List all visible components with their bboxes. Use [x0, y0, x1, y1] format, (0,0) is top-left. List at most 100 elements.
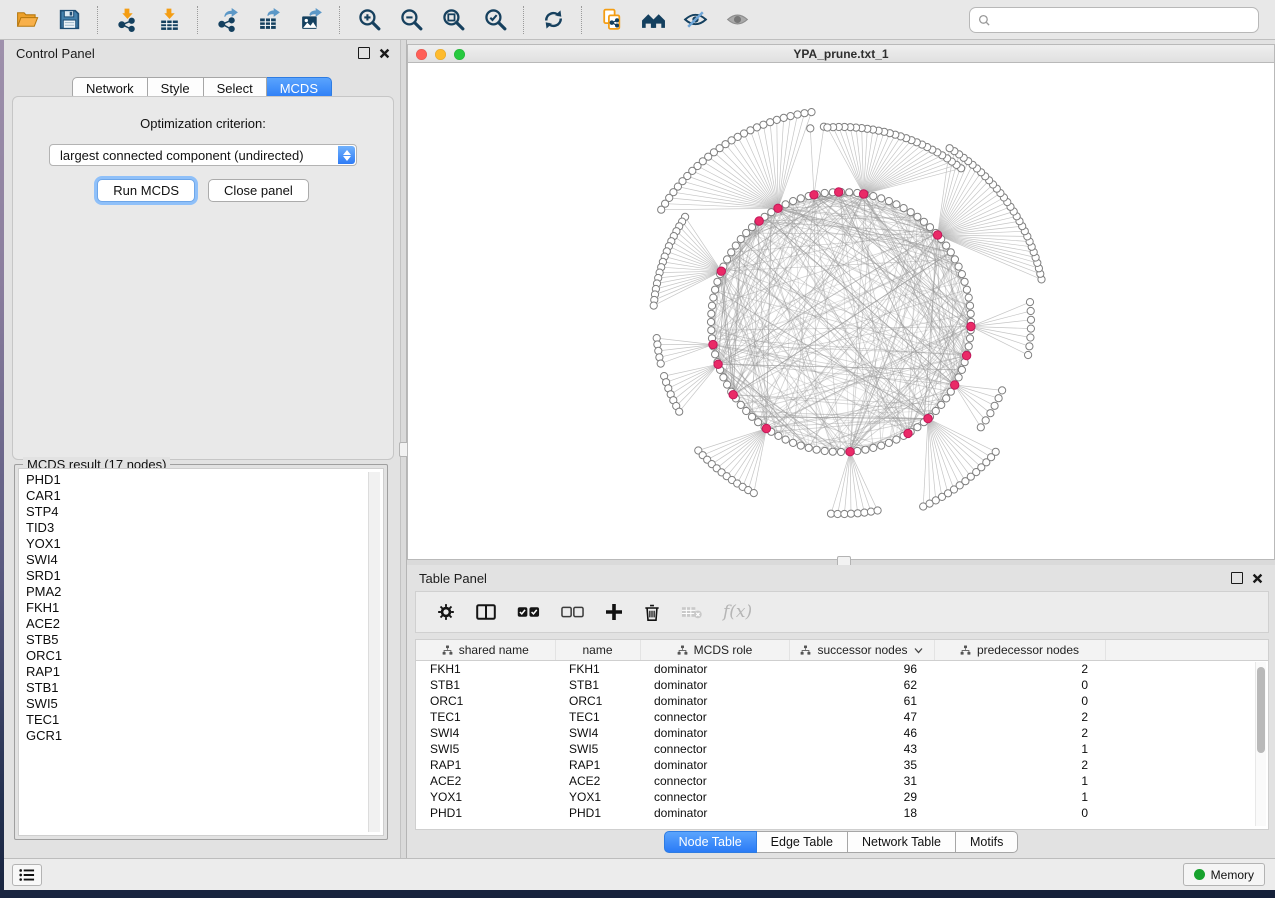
table-row[interactable]: ORC1ORC1dominator610 — [416, 693, 1268, 709]
table-row[interactable]: YOX1YOX1connector291 — [416, 789, 1268, 805]
table-row[interactable]: PHD1PHD1dominator180 — [416, 805, 1268, 821]
column-header-predecessor-nodes[interactable]: predecessor nodes — [934, 640, 1105, 661]
cell-name[interactable]: SWI4 — [555, 725, 640, 741]
cell-successor_nodes[interactable]: 96 — [789, 661, 934, 678]
cell-successor_nodes[interactable]: 31 — [789, 773, 934, 789]
clone-network-button[interactable] — [590, 3, 632, 37]
mcds-result-item[interactable]: ORC1 — [26, 648, 383, 664]
hide-selected-button[interactable] — [674, 3, 716, 37]
cell-successor_nodes[interactable]: 47 — [789, 709, 934, 725]
first-neighbors-button[interactable] — [632, 3, 674, 37]
import-network-button[interactable] — [106, 3, 148, 37]
minimize-window-icon[interactable] — [435, 49, 446, 60]
run-mcds-button[interactable]: Run MCDS — [97, 179, 195, 202]
select-all-columns-button[interactable] — [517, 606, 540, 618]
search-input[interactable] — [997, 12, 1258, 28]
cell-successor_nodes[interactable]: 35 — [789, 757, 934, 773]
cell-mcds_role[interactable]: dominator — [640, 725, 789, 741]
table-row[interactable]: ACE2ACE2connector311 — [416, 773, 1268, 789]
float-panel-icon[interactable] — [358, 47, 370, 59]
cell-shared_name[interactable]: PHD1 — [416, 805, 555, 821]
mcds-result-item[interactable]: SWI4 — [26, 552, 383, 568]
export-network-button[interactable] — [206, 3, 248, 37]
cell-successor_nodes[interactable]: 43 — [789, 741, 934, 757]
deselect-all-columns-button[interactable] — [561, 606, 584, 618]
cell-name[interactable]: STB1 — [555, 677, 640, 693]
maximize-window-icon[interactable] — [454, 49, 465, 60]
cell-shared_name[interactable]: YOX1 — [416, 789, 555, 805]
settings-button[interactable] — [437, 603, 455, 621]
mcds-result-item[interactable]: GCR1 — [26, 728, 383, 744]
tab-network-table[interactable]: Network Table — [848, 831, 956, 853]
column-header-shared-name[interactable]: shared name — [416, 640, 555, 661]
table-row[interactable]: STB1STB1dominator620 — [416, 677, 1268, 693]
mcds-result-item[interactable]: SRD1 — [26, 568, 383, 584]
cell-shared_name[interactable]: SWI4 — [416, 725, 555, 741]
close-panel-icon[interactable] — [1252, 573, 1263, 584]
cell-mcds_role[interactable]: connector — [640, 789, 789, 805]
column-header-mcds-role[interactable]: MCDS role — [640, 640, 789, 661]
mcds-result-item[interactable]: TEC1 — [26, 712, 383, 728]
cell-shared_name[interactable]: RAP1 — [416, 757, 555, 773]
cell-mcds_role[interactable]: connector — [640, 709, 789, 725]
close-window-icon[interactable] — [416, 49, 427, 60]
cell-shared_name[interactable]: TEC1 — [416, 709, 555, 725]
export-table-button[interactable] — [248, 3, 290, 37]
mcds-result-item[interactable]: ACE2 — [26, 616, 383, 632]
network-window-titlebar[interactable]: YPA_prune.txt_1 — [407, 44, 1275, 63]
table-row[interactable]: SWI4SWI4dominator462 — [416, 725, 1268, 741]
cell-shared_name[interactable]: ACE2 — [416, 773, 555, 789]
table-row[interactable]: RAP1RAP1dominator352 — [416, 757, 1268, 773]
zoom-out-button[interactable] — [390, 3, 432, 37]
criterion-dropdown[interactable]: largest connected component (undirected) — [49, 144, 357, 166]
mcds-result-item[interactable]: PHD1 — [26, 472, 383, 488]
vertical-splitter[interactable] — [400, 40, 407, 858]
mcds-result-item[interactable]: STB5 — [26, 632, 383, 648]
mcds-result-item[interactable]: TID3 — [26, 520, 383, 536]
table-row[interactable]: SWI5SWI5connector431 — [416, 741, 1268, 757]
mcds-result-item[interactable]: PMA2 — [26, 584, 383, 600]
column-header-name[interactable]: name — [555, 640, 640, 661]
table-scrollbar[interactable] — [1255, 662, 1266, 826]
cell-predecessor_nodes[interactable]: 1 — [934, 741, 1105, 757]
cell-predecessor_nodes[interactable]: 2 — [934, 661, 1105, 678]
show-all-button[interactable] — [716, 3, 758, 37]
import-table-button[interactable] — [148, 3, 190, 37]
tab-motifs[interactable]: Motifs — [956, 831, 1018, 853]
table-row[interactable]: TEC1TEC1connector472 — [416, 709, 1268, 725]
close-panel-icon[interactable] — [379, 48, 390, 59]
mcds-result-item[interactable]: FKH1 — [26, 600, 383, 616]
cell-name[interactable]: ORC1 — [555, 693, 640, 709]
refresh-button[interactable] — [532, 3, 574, 37]
cell-successor_nodes[interactable]: 29 — [789, 789, 934, 805]
memory-button[interactable]: Memory — [1183, 863, 1265, 886]
zoom-selected-button[interactable] — [474, 3, 516, 37]
open-file-button[interactable] — [6, 3, 48, 37]
cell-predecessor_nodes[interactable]: 2 — [934, 757, 1105, 773]
cell-predecessor_nodes[interactable]: 0 — [934, 693, 1105, 709]
mcds-list-scrollbar[interactable] — [368, 472, 380, 832]
cell-mcds_role[interactable]: dominator — [640, 661, 789, 678]
cell-shared_name[interactable]: SWI5 — [416, 741, 555, 757]
mcds-result-item[interactable]: YOX1 — [26, 536, 383, 552]
task-history-button[interactable] — [12, 864, 42, 886]
cell-shared_name[interactable]: FKH1 — [416, 661, 555, 678]
cell-name[interactable]: RAP1 — [555, 757, 640, 773]
cell-successor_nodes[interactable]: 46 — [789, 725, 934, 741]
cell-name[interactable]: YOX1 — [555, 789, 640, 805]
cell-predecessor_nodes[interactable]: 1 — [934, 789, 1105, 805]
mcds-result-item[interactable]: RAP1 — [26, 664, 383, 680]
cell-name[interactable]: ACE2 — [555, 773, 640, 789]
float-panel-icon[interactable] — [1231, 572, 1243, 584]
table-scrollbar-thumb[interactable] — [1257, 667, 1265, 753]
cell-shared_name[interactable]: STB1 — [416, 677, 555, 693]
cell-mcds_role[interactable]: dominator — [640, 757, 789, 773]
cell-predecessor_nodes[interactable]: 0 — [934, 805, 1105, 821]
column-header-successor-nodes[interactable]: successor nodes — [789, 640, 934, 661]
zoom-in-button[interactable] — [348, 3, 390, 37]
cell-successor_nodes[interactable]: 62 — [789, 677, 934, 693]
mcds-result-item[interactable]: STP4 — [26, 504, 383, 520]
cell-mcds_role[interactable]: connector — [640, 773, 789, 789]
cell-mcds_role[interactable]: dominator — [640, 693, 789, 709]
cell-mcds_role[interactable]: connector — [640, 741, 789, 757]
